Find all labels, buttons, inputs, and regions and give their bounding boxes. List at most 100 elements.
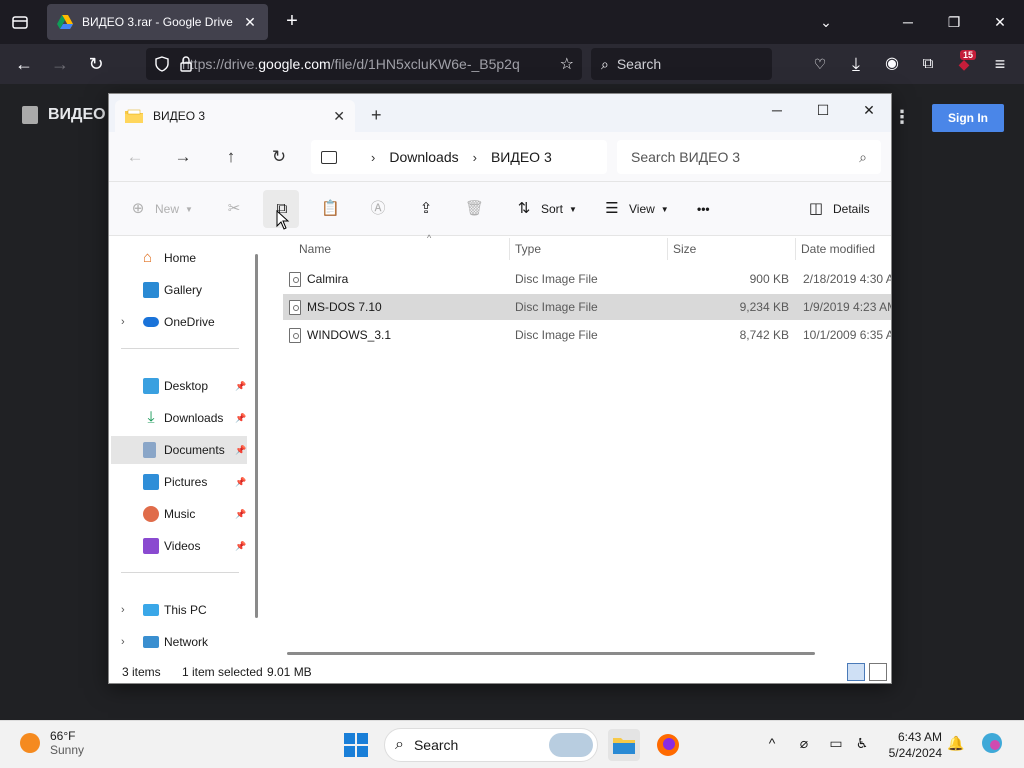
browser-search-bar[interactable]: ⌕ Search — [591, 48, 772, 80]
nav-item-desktop[interactable]: Desktop 📌 — [111, 372, 247, 400]
account-icon[interactable]: ◉ — [882, 54, 902, 74]
explorer-refresh-icon[interactable]: ↻ — [269, 147, 289, 167]
url-bar[interactable]: https://drive.google.com/file/d/1HN5xclu… — [146, 48, 582, 80]
firefox-taskbar-icon[interactable] — [652, 729, 684, 761]
explorer-search-input[interactable]: Search ВИДЕО 3 ⌕ — [617, 140, 881, 174]
explorer-new-tab-button[interactable]: + — [371, 106, 382, 124]
details-button[interactable]: ◫ Details — [807, 197, 870, 221]
tab-close-icon[interactable]: ✕ — [242, 14, 258, 31]
accessibility-icon[interactable]: ♿ — [852, 735, 872, 752]
forward-arrow-icon[interactable]: → — [50, 54, 70, 74]
explorer-tab-close-icon[interactable]: ✕ — [333, 108, 345, 125]
breadcrumb-downloads[interactable]: Downloads — [389, 149, 458, 165]
breadcrumb-current[interactable]: ВИДЕО 3 — [491, 149, 552, 165]
display-icon[interactable]: ▭ — [826, 735, 846, 752]
large-icons-view-button[interactable] — [869, 663, 887, 681]
network-disconnected-icon[interactable]: ⌀ — [794, 735, 814, 752]
sign-in-button[interactable]: Sign In — [932, 104, 1004, 132]
notification-bell-icon[interactable]: 🔔 — [946, 735, 966, 752]
breadcrumb-chevron-icon[interactable]: › — [473, 150, 477, 165]
browser-tabbar: ВИДЕО 3.rar - Google Drive ✕ + ⌄ ─ ❐ ✕ — [0, 0, 1024, 44]
explorer-forward-icon[interactable]: → — [173, 147, 193, 167]
explorer-back-icon[interactable]: ← — [125, 147, 145, 167]
explorer-tab[interactable]: ВИДЕО 3 ✕ — [115, 100, 355, 132]
pocket-icon[interactable]: ♡ — [810, 54, 830, 74]
minimize-icon[interactable]: ─ — [898, 12, 918, 32]
breadcrumb-chevron-icon[interactable]: › — [371, 150, 375, 165]
lock-icon[interactable] — [179, 56, 193, 72]
nav-item-downloads[interactable]: ⤓ Downloads 📌 — [111, 404, 247, 432]
restore-icon[interactable]: ❐ — [944, 12, 964, 32]
search-icon: ⌕ — [601, 55, 609, 72]
copilot-icon[interactable] — [980, 731, 1002, 758]
breadcrumb[interactable]: › Downloads › ВИДЕО 3 — [311, 140, 607, 174]
file-row[interactable]: Calmira Disc Image File 900 KB 2/18/2019… — [283, 266, 891, 292]
taskbar-search-box[interactable]: ⌕ Search — [384, 728, 598, 762]
browser-search-placeholder: Search — [616, 56, 662, 72]
delete-button[interactable]: 🗑 — [465, 197, 484, 221]
nav-item-onedrive[interactable]: › OneDrive — [111, 308, 247, 336]
tab-list-icon[interactable] — [10, 12, 30, 32]
column-header-type[interactable]: Type — [509, 236, 667, 262]
bookmark-star-icon[interactable]: ☆ — [560, 54, 574, 74]
cut-button[interactable]: ✂ — [225, 197, 243, 221]
sort-button[interactable]: ⇅ Sort ▼ — [515, 197, 577, 221]
new-tab-button[interactable]: + — [280, 10, 304, 34]
nav-item-home[interactable]: ⌂ Home — [111, 244, 247, 272]
more-options-icon[interactable]: ⋮ — [893, 108, 911, 126]
chevron-right-icon[interactable]: › — [121, 604, 125, 616]
extensions-icon[interactable]: ⧉ — [918, 54, 938, 74]
share-button[interactable]: ⇪ — [417, 197, 435, 221]
pin-icon: 📌 — [235, 412, 247, 423]
chevron-down-icon: ▼ — [185, 204, 193, 214]
more-options-button[interactable]: ••• — [697, 197, 710, 221]
music-icon — [143, 506, 159, 522]
menu-hamburger-icon[interactable]: ≡ — [990, 54, 1010, 74]
rename-button[interactable]: Ⓐ — [369, 197, 387, 221]
file-explorer-taskbar-icon[interactable] — [608, 729, 640, 761]
view-button[interactable]: ☰ View ▼ — [603, 197, 668, 221]
chevron-right-icon[interactable]: › — [121, 636, 125, 648]
documents-icon — [143, 442, 156, 458]
new-button[interactable]: ⊕ New ▼ — [129, 197, 193, 221]
downloads-icon[interactable]: ⤓ — [846, 54, 866, 74]
rename-icon: Ⓐ — [370, 200, 386, 217]
chevron-right-icon[interactable]: › — [121, 316, 125, 328]
explorer-search-placeholder: Search ВИДЕО 3 — [631, 149, 741, 165]
nav-item-videos[interactable]: Videos 📌 — [111, 532, 247, 560]
taskbar-clock[interactable]: 6:43 AM 5/24/2024 — [880, 729, 942, 761]
nav-item-documents[interactable]: Documents 📌 — [111, 436, 247, 464]
pin-icon: 📌 — [235, 444, 247, 455]
close-window-icon[interactable]: ✕ — [990, 12, 1010, 32]
gallery-icon — [143, 282, 159, 298]
tab-overflow-chevron-icon[interactable]: ⌄ — [816, 12, 836, 32]
column-header-size[interactable]: Size — [667, 236, 795, 262]
column-header-name[interactable]: Name ^ — [293, 233, 509, 262]
shield-icon[interactable] — [154, 56, 170, 72]
reload-icon[interactable]: ↻ — [86, 54, 106, 74]
explorer-maximize-icon[interactable]: ☐ — [813, 100, 833, 120]
file-row[interactable]: WINDOWS_3.1 Disc Image File 8,742 KB 10/… — [283, 322, 891, 348]
tray-overflow-chevron-icon[interactable]: ^ — [762, 735, 782, 751]
firefox-icon — [657, 734, 679, 756]
nav-pane-scrollbar[interactable] — [255, 254, 258, 618]
search-icon: ⌕ — [395, 736, 404, 753]
nav-item-pictures[interactable]: Pictures 📌 — [111, 468, 247, 496]
nav-item-gallery[interactable]: Gallery — [111, 276, 247, 304]
file-row-selected[interactable]: MS-DOS 7.10 Disc Image File 9,234 KB 1/9… — [283, 294, 891, 320]
status-item-count: 3 items — [122, 665, 161, 679]
browser-tab-drive[interactable]: ВИДЕО 3.rar - Google Drive ✕ — [47, 4, 268, 40]
explorer-minimize-icon[interactable]: ─ — [767, 100, 787, 120]
paste-button[interactable]: 📋 — [321, 197, 340, 221]
weather-widget[interactable]: 66°F Sunny — [20, 729, 84, 757]
nav-item-music[interactable]: Music 📌 — [111, 500, 247, 528]
file-list-horizontal-scrollbar[interactable] — [287, 652, 815, 655]
column-header-date-modified[interactable]: Date modified — [795, 236, 891, 262]
windows-start-icon[interactable] — [344, 733, 368, 757]
back-arrow-icon[interactable]: ← — [14, 54, 34, 74]
explorer-up-icon[interactable]: ↑ — [221, 147, 241, 167]
explorer-close-icon[interactable]: ✕ — [859, 100, 879, 120]
nav-item-this-pc[interactable]: › This PC — [111, 596, 247, 624]
nav-item-network[interactable]: › Network — [111, 628, 247, 656]
details-view-button[interactable] — [847, 663, 865, 681]
